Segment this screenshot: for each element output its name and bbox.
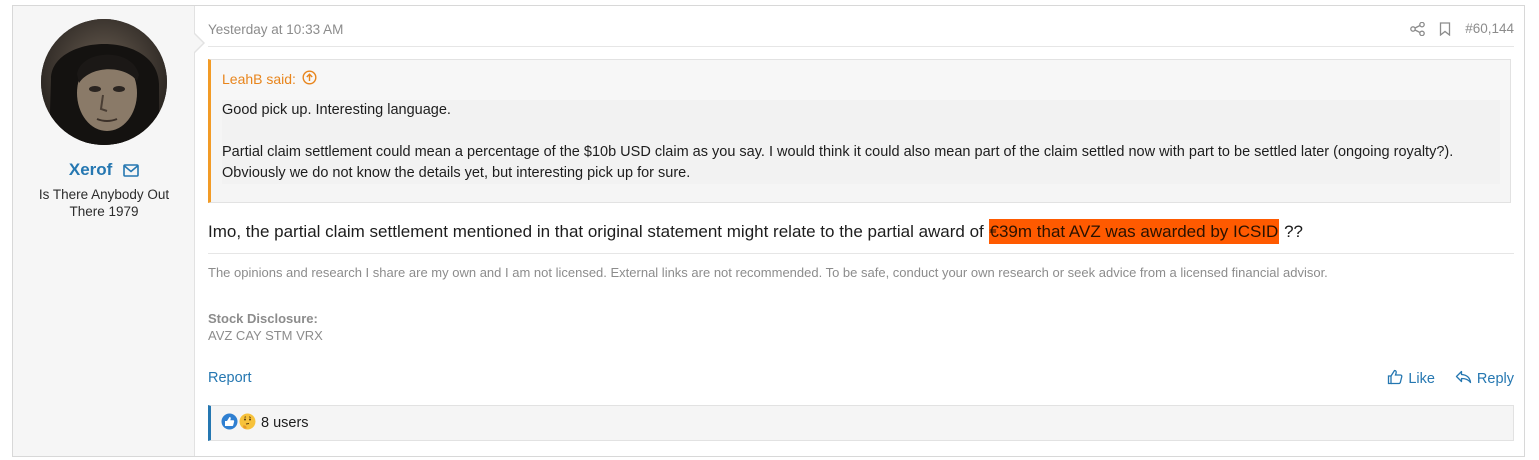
post-body: Imo, the partial claim settlement mentio… [208, 219, 1303, 244]
reply-icon [1455, 370, 1472, 388]
quote-paragraph: Partial claim settlement could mean a pe… [222, 144, 1454, 181]
panel-arrow [194, 34, 203, 52]
user-avatar[interactable] [41, 19, 167, 145]
like-reaction-icon [221, 413, 238, 434]
post-actions: Like Reply [1387, 369, 1514, 389]
quote-paragraph: Good pick up. Interesting language. [222, 102, 451, 118]
disclosure-label: Stock Disclosure: [208, 311, 318, 326]
reply-label: Reply [1476, 371, 1514, 387]
post-content: Yesterday at 10:33 AM #60,144 LeahB said… [208, 6, 1514, 456]
post-tools: #60,144 [1410, 21, 1514, 36]
header-divider [208, 46, 1514, 47]
quote-body: Good pick up. Interesting language. Part… [222, 100, 1500, 184]
thumbs-up-icon [1387, 369, 1403, 389]
quote-block: LeahB said: Good pick up. Interesting la… [208, 59, 1511, 203]
like-label: Like [1408, 371, 1435, 387]
post-date[interactable]: Yesterday at 10:33 AM [208, 22, 343, 37]
thinking-reaction-icon [239, 413, 256, 434]
username-link[interactable]: Xerof [69, 160, 112, 179]
reactions-summary[interactable]: 8 users [261, 415, 309, 431]
share-icon[interactable] [1410, 21, 1426, 36]
envelope-icon[interactable] [123, 162, 139, 182]
signature-divider [208, 253, 1514, 254]
post-number[interactable]: #60,144 [1465, 21, 1514, 36]
disclosure-value: AVZ CAY STM VRX [208, 328, 323, 343]
post-body-text-end: ?? [1279, 222, 1303, 241]
arrow-up-circle-icon[interactable] [302, 70, 317, 88]
signature-text: The opinions and research I share are my… [208, 265, 1328, 280]
reply-button[interactable]: Reply [1455, 369, 1514, 389]
user-title: Is There Anybody Out There 1979 [38, 187, 170, 219]
highlighted-text: €39m that AVZ was awarded by ICSID [988, 219, 1280, 244]
quote-header-bg [211, 60, 1510, 100]
post-body-text: Imo, the partial claim settlement mentio… [208, 222, 989, 241]
like-button[interactable]: Like [1387, 369, 1435, 389]
report-link[interactable]: Report [208, 370, 252, 386]
quote-author[interactable]: LeahB said: [222, 71, 296, 87]
user-panel: Xerof Is There Anybody Out There 1979 [13, 6, 195, 456]
quote-header[interactable]: LeahB said: [222, 70, 317, 88]
reactions-bar[interactable]: 8 users [208, 405, 1514, 441]
post-container: Xerof Is There Anybody Out There 1979 Ye… [12, 5, 1525, 457]
bookmark-icon[interactable] [1439, 21, 1451, 36]
username-row: Xerof [13, 160, 195, 182]
